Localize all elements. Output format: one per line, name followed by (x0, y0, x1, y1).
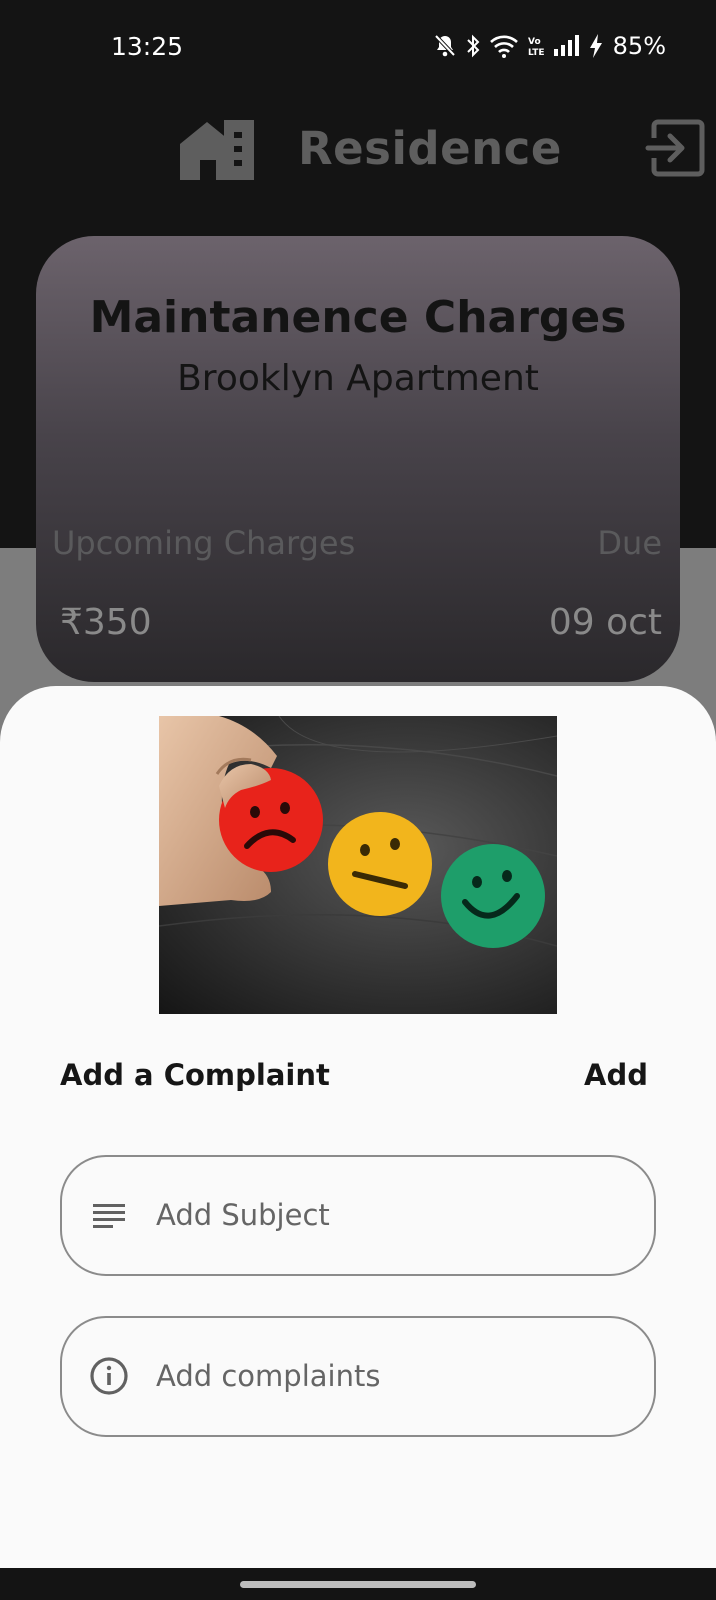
add-button[interactable]: Add (584, 1058, 648, 1092)
add-complaint-sheet: Add a Complaint Add (0, 686, 716, 1568)
subject-input[interactable] (156, 1185, 626, 1245)
card-subtitle: Brooklyn Apartment (177, 358, 539, 399)
svg-text:Vo: Vo (528, 37, 541, 47)
subject-lines-icon (89, 1195, 129, 1235)
status-time: 13:25 (111, 32, 184, 61)
info-icon (89, 1356, 129, 1396)
complaints-input[interactable] (156, 1346, 626, 1406)
svg-text:LTE: LTE (528, 48, 545, 58)
app-title: Residence (298, 122, 562, 175)
charging-icon (589, 33, 603, 59)
volte-icon: Vo LTE (527, 33, 545, 59)
logout-icon (645, 119, 705, 177)
house-building-icon (180, 118, 256, 184)
logout-button[interactable] (644, 116, 708, 180)
add-complaint-title: Add a Complaint (60, 1058, 330, 1092)
status-bar: 13:25 Vo LTE 85% (0, 0, 716, 92)
app-header: Residence (0, 92, 716, 212)
complaints-field[interactable] (60, 1316, 656, 1437)
system-navigation-bar (0, 1568, 716, 1600)
card-title: Maintanence Charges (89, 292, 627, 343)
signal-icon (553, 33, 581, 59)
bluetooth-icon (465, 33, 481, 59)
maintenance-charges-card[interactable]: Maintanence Charges Brooklyn Apartment U… (36, 236, 680, 682)
home-gesture-handle[interactable] (240, 1581, 476, 1588)
subject-field[interactable] (60, 1155, 656, 1276)
due-date: 09 oct (548, 602, 662, 643)
wifi-icon (489, 33, 519, 59)
charges-amount: ₹350 (60, 602, 152, 643)
upcoming-charges-label: Upcoming Charges (52, 524, 356, 562)
feedback-faces-image (159, 716, 557, 1014)
status-icons: Vo LTE 85% (433, 30, 666, 62)
battery-percentage: 85% (612, 32, 666, 60)
due-label: Due (597, 524, 662, 562)
bell-muted-icon (433, 33, 457, 59)
